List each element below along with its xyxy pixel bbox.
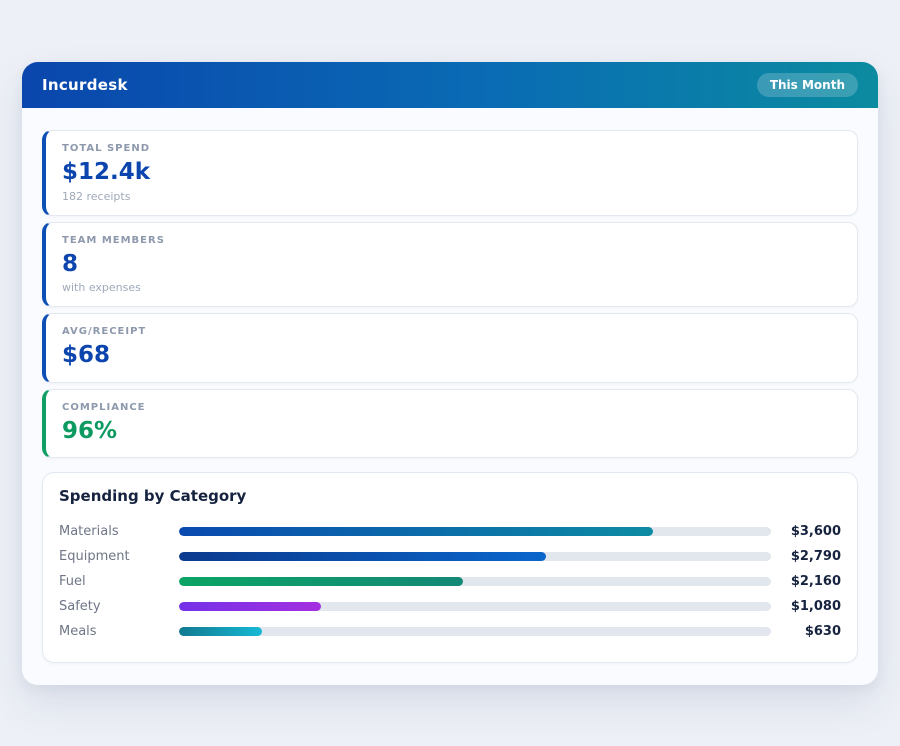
- stat-card-total-spend: TOTAL SPEND $12.4k 182 receipts: [42, 130, 858, 216]
- chart-title: Spending by Category: [59, 487, 247, 506]
- bar-value-label: $2,160: [790, 574, 841, 590]
- bar-value-label: $2,790: [790, 549, 841, 565]
- bar-fill: [179, 577, 464, 587]
- stat-card-team-members: TEAM MEMBERS 8 with expenses: [42, 221, 858, 308]
- stat-value: $68: [62, 342, 111, 369]
- stat-value: 8: [62, 250, 79, 277]
- bar-track: [179, 527, 771, 537]
- app-title: Incurdesk: [42, 76, 128, 94]
- bar-track: [179, 627, 771, 637]
- stat-subtext: with expenses: [62, 281, 141, 295]
- bar-track: [179, 602, 771, 612]
- bar-category-label: Safety: [59, 599, 101, 615]
- bar-category-label: Materials: [59, 524, 119, 540]
- stat-value: 96%: [62, 417, 118, 444]
- stat-label: TOTAL SPEND: [62, 143, 150, 154]
- bar-value-label: $630: [804, 624, 841, 640]
- bar-category-label: Equipment: [59, 549, 130, 565]
- bar-fill: [179, 527, 653, 537]
- stat-card-avg-receipt: AVG/RECEIPT $68: [42, 313, 858, 383]
- bar-track: [179, 577, 771, 587]
- bar-fill: [179, 602, 322, 612]
- bar-row: Materials $3,600: [59, 519, 841, 544]
- bar-fill: [179, 552, 547, 562]
- spending-by-category-card: Spending by Category Materials $3,600 Equi…: [42, 472, 858, 664]
- bar-row: Equipment $2,790: [59, 544, 841, 569]
- category-bar-chart: Materials $3,600 Equipment $2,790 Fuel $2,160…: [59, 519, 841, 644]
- stat-value: $12.4k: [62, 159, 151, 185]
- bar-row: Fuel $2,160: [59, 569, 841, 594]
- bar-value-label: $1,080: [790, 599, 841, 615]
- bar-category-label: Fuel: [59, 574, 86, 590]
- bar-category-label: Meals: [59, 624, 97, 640]
- stat-subtext: 182 receipts: [62, 189, 131, 203]
- stat-label: TEAM MEMBERS: [62, 234, 165, 246]
- bar-row: Safety $1,080: [59, 594, 841, 619]
- bar-fill: [179, 627, 262, 637]
- stat-label: AVG/RECEIPT: [62, 326, 147, 338]
- bar-value-label: $3,600: [790, 524, 841, 540]
- period-badge[interactable]: This Month: [756, 73, 858, 97]
- bar-row: Meals $630: [59, 619, 841, 644]
- stat-card-compliance: COMPLIANCE 96%: [42, 388, 858, 459]
- bar-track: [179, 552, 771, 562]
- stat-label: COMPLIANCE: [62, 401, 146, 413]
- panel-content: TOTAL SPEND $12.4k 182 receipts TEAM MEM…: [22, 108, 878, 685]
- app-header: Incurdesk This Month: [22, 62, 878, 108]
- dashboard-panel: Incurdesk This Month TOTAL SPEND $12.4k …: [22, 62, 878, 686]
